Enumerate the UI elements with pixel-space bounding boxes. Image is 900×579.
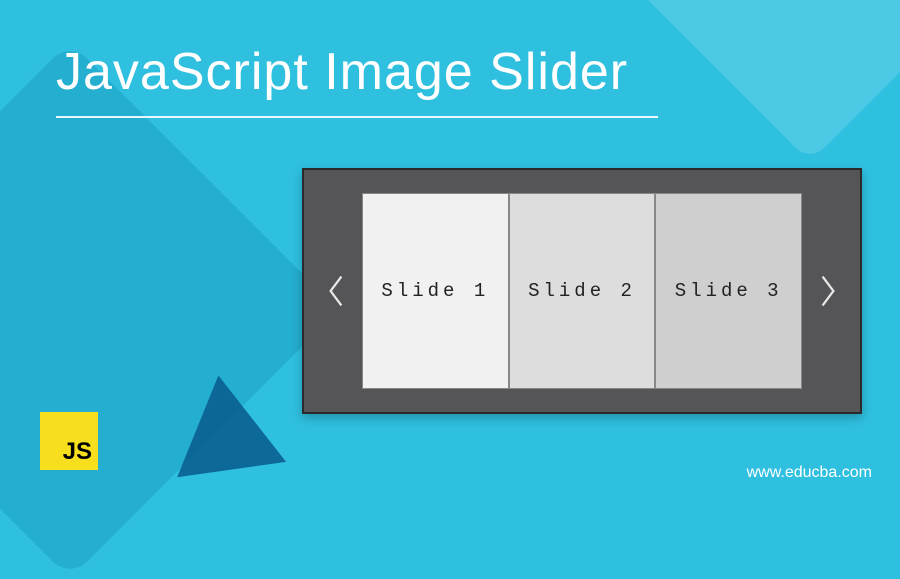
attribution-text: www.educba.com [747, 464, 872, 482]
background-shape-left [0, 41, 339, 578]
slide-label: Slide 2 [528, 280, 636, 302]
slide-item[interactable]: Slide 1 [362, 193, 509, 389]
slide-label: Slide 3 [675, 280, 783, 302]
slide-item[interactable]: Slide 2 [509, 193, 656, 389]
background-triangle [164, 368, 286, 477]
slides-track: Slide 1 Slide 2 Slide 3 [362, 193, 802, 389]
js-logo-text: JS [63, 438, 92, 466]
prev-arrow-button[interactable] [318, 273, 354, 309]
page-title: JavaScript Image Slider [56, 42, 658, 118]
next-arrow-button[interactable] [810, 273, 846, 309]
js-logo: JS [40, 412, 98, 470]
image-slider: Slide 1 Slide 2 Slide 3 [302, 168, 862, 414]
slide-label: Slide 1 [381, 280, 489, 302]
chevron-left-icon [325, 273, 347, 309]
slide-item[interactable]: Slide 3 [655, 193, 802, 389]
chevron-right-icon [817, 273, 839, 309]
